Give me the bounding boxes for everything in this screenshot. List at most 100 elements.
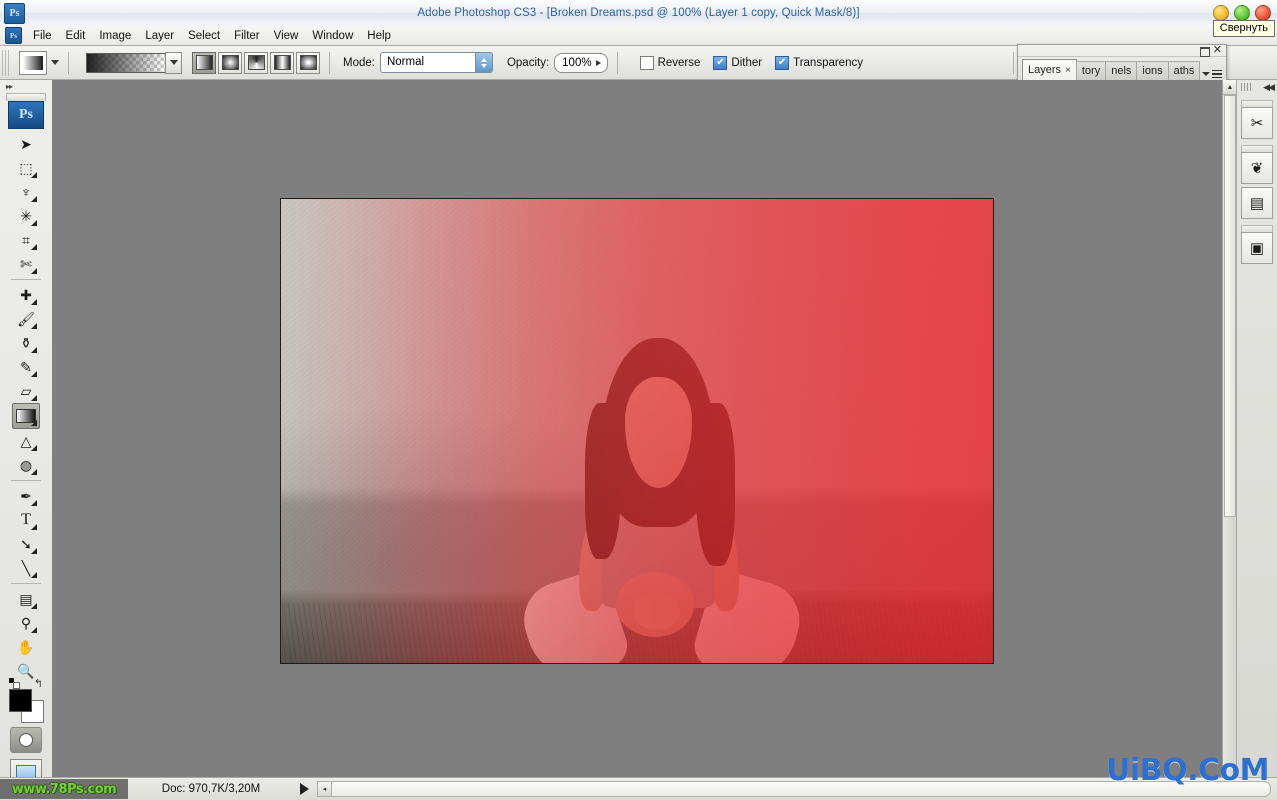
gradient-preset-dropdown[interactable] (165, 51, 182, 74)
vertical-scrollbar[interactable]: ▲ (1222, 80, 1237, 778)
right-dock: ◀◀ ✂ ❦ ▤ ▣ (1236, 80, 1277, 778)
dock-cap (1241, 225, 1273, 232)
menu-item-file[interactable]: File (26, 28, 59, 44)
rectangular-marquee-tool[interactable]: ⬚ (13, 156, 39, 180)
angle-gradient-icon (247, 55, 265, 70)
dodge-tool[interactable]: ◍ (13, 453, 39, 477)
line-tool[interactable]: ╲ (13, 556, 39, 580)
collapse-icon[interactable]: ◀◀ (1263, 82, 1275, 93)
panel-minimize-icon[interactable] (1200, 47, 1210, 57)
quick-mask-toggle[interactable] (10, 727, 42, 753)
chevron-right-icon[interactable] (595, 59, 601, 66)
tool-presets-button[interactable]: ✂ (1241, 107, 1273, 139)
layers-panel[interactable]: ✕ Layers × tory nels ions aths (1017, 44, 1227, 82)
path-selection-tool[interactable]: ➘ (13, 532, 39, 556)
menu-item-image[interactable]: Image (92, 28, 138, 44)
blend-mode-select[interactable]: Normal (379, 52, 493, 73)
status-expand-button[interactable] (300, 783, 309, 795)
tab-paths[interactable]: aths (1167, 61, 1201, 80)
radial-gradient-button[interactable] (218, 51, 242, 74)
tab-channels[interactable]: nels (1105, 61, 1138, 80)
reflected-gradient-button[interactable] (270, 51, 294, 74)
reverse-checkbox[interactable]: Reverse (639, 55, 700, 70)
layer-comps-icon: ▣ (1249, 240, 1265, 257)
transparency-checkbox[interactable]: Transparency (775, 55, 863, 70)
default-bg (13, 682, 20, 689)
flyout-corner-icon (31, 347, 37, 353)
history-brush-tool[interactable]: ✎ (13, 355, 39, 379)
panel-close-icon[interactable]: ✕ (1213, 45, 1222, 56)
blur-tool[interactable]: △ (13, 429, 39, 453)
brushes-button[interactable]: ❦ (1241, 152, 1273, 184)
menu-item-view[interactable]: View (267, 28, 306, 44)
scroll-up-button[interactable]: ▲ (1223, 80, 1237, 95)
default-colors-icon[interactable] (9, 678, 20, 689)
toolbox-header[interactable]: ▸▸ (0, 80, 52, 93)
notes-tool[interactable]: ▤ (13, 587, 39, 611)
minimize-button[interactable] (1213, 5, 1229, 21)
close-button[interactable] (1255, 5, 1271, 21)
type-tool[interactable]: T (13, 508, 39, 532)
watermark-text: www.78Ps.com (11, 781, 117, 797)
checkbox-box (775, 55, 790, 70)
flyout-corner-icon (31, 627, 37, 633)
magic-wand-tool[interactable]: ✳ (13, 204, 39, 228)
crop-tool[interactable]: ⌗ (13, 228, 39, 252)
hand-tool[interactable]: ✋ (13, 635, 39, 659)
close-icon[interactable]: × (1065, 65, 1071, 76)
flyout-corner-icon (31, 196, 37, 202)
clone-source-button[interactable]: ▤ (1241, 187, 1273, 219)
panel-title-bar[interactable]: ✕ (1018, 45, 1226, 57)
eraser-tool[interactable]: ▱ (13, 379, 39, 403)
flyout-corner-icon (31, 299, 37, 305)
healing-brush-tool[interactable]: ✚ (13, 283, 39, 307)
opacity-input[interactable]: 100% (554, 52, 608, 73)
image-canvas[interactable] (280, 198, 994, 664)
eyedropper-tool[interactable]: ⚲ (13, 611, 39, 635)
brush-tool[interactable]: 🖌 (13, 307, 39, 331)
tab-layers[interactable]: Layers × (1022, 59, 1077, 80)
tab-actions[interactable]: ions (1136, 61, 1169, 80)
pen-tool[interactable]: ✒ (13, 484, 39, 508)
scroll-left-button[interactable]: ◂ (317, 781, 332, 797)
divider (11, 279, 41, 280)
maximize-button[interactable] (1234, 5, 1250, 21)
menu-item-help[interactable]: Help (360, 28, 398, 44)
angle-gradient-button[interactable] (244, 51, 268, 74)
foreground-color-swatch[interactable] (9, 689, 32, 712)
gradient-tool[interactable] (12, 403, 40, 429)
clone-stamp-tool[interactable]: ⚱ (13, 331, 39, 355)
blend-mode-spinner[interactable] (474, 53, 492, 72)
dock-header[interactable]: ◀◀ (1237, 80, 1277, 94)
lasso-tool[interactable]: ♆ (13, 180, 39, 204)
document-icon[interactable]: Ps (5, 27, 22, 44)
quick-mask-row (0, 727, 52, 753)
menu-item-filter[interactable]: Filter (227, 28, 267, 44)
gradient-tool-icon[interactable] (19, 50, 47, 75)
dock-group-3: ▣ (1241, 225, 1273, 264)
tab-history[interactable]: tory (1075, 61, 1107, 80)
menu-item-select[interactable]: Select (181, 28, 227, 44)
layer-comps-button[interactable]: ▣ (1241, 232, 1273, 264)
dock-grip[interactable] (1241, 83, 1251, 91)
menu-item-edit[interactable]: Edit (59, 28, 93, 44)
document-workspace[interactable]: ▲ (52, 80, 1237, 778)
toolbox-grip[interactable] (6, 93, 46, 101)
diamond-gradient-button[interactable] (296, 51, 320, 74)
linear-gradient-button[interactable] (192, 51, 216, 74)
collapse-icon[interactable]: ▸▸ (6, 82, 13, 91)
scroll-thumb[interactable] (1224, 95, 1236, 517)
blur-icon: △ (20, 432, 32, 449)
move-tool[interactable]: ➤ (13, 132, 39, 156)
status-bar: www.78Ps.com Doc: 970,7K/3,20M ◂ (0, 777, 1277, 800)
options-bar-grip[interactable] (2, 49, 11, 76)
swap-colors-icon[interactable]: ↰ (34, 677, 43, 690)
slice-tool[interactable]: ✄ (13, 252, 39, 276)
menu-item-window[interactable]: Window (305, 28, 360, 44)
dither-checkbox[interactable]: Dither (713, 55, 762, 70)
panel-menu-button[interactable] (1202, 69, 1222, 78)
flyout-corner-icon (31, 323, 37, 329)
chevron-down-icon[interactable] (51, 60, 59, 65)
gradient-preset-preview[interactable] (86, 52, 166, 73)
menu-item-layer[interactable]: Layer (138, 28, 181, 44)
